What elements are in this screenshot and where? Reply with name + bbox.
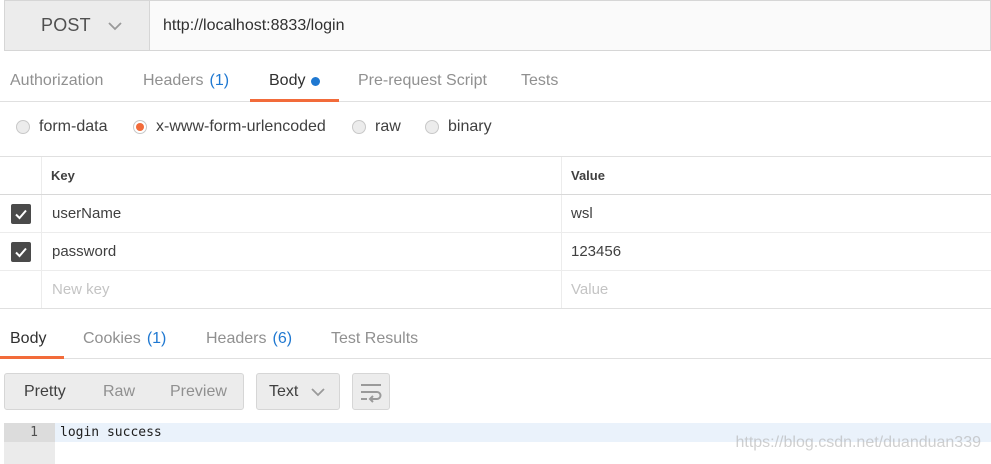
row-check-cell (0, 233, 42, 270)
format-label: Text (269, 382, 299, 400)
radio-label: binary (448, 118, 492, 135)
header-check-cell (0, 157, 42, 194)
tab-pre-request-script[interactable]: Pre-request Script (358, 60, 487, 102)
body-type-radios: form-data x-www-form-urlencoded raw bina… (0, 102, 991, 157)
table-row: userName wsl (0, 195, 991, 233)
response-tabs: Body Cookies (1) Headers (6) Test Result… (0, 319, 991, 359)
chevron-down-icon (108, 21, 122, 30)
format-dropdown[interactable]: Text (256, 373, 340, 410)
radio-circle-icon (425, 120, 439, 134)
radio-label: x-www-form-urlencoded (156, 118, 326, 135)
tab-cookies[interactable]: Cookies (1) (83, 319, 166, 359)
chevron-down-icon (311, 387, 325, 396)
radio-label: form-data (39, 118, 108, 135)
method-dropdown[interactable]: POST (4, 0, 149, 51)
check-icon (14, 247, 27, 257)
radio-circle-icon (16, 120, 30, 134)
tab-test-results[interactable]: Test Results (331, 319, 418, 359)
url-input[interactable]: http://localhost:8833/login (149, 0, 991, 51)
row-key-input[interactable]: userName (42, 195, 562, 232)
mode-preview-button[interactable]: Preview (170, 374, 227, 409)
tab-response-body[interactable]: Body (10, 319, 46, 359)
mode-raw-button[interactable]: Raw (103, 374, 135, 409)
view-mode-segmented: Pretty Raw Preview (4, 373, 244, 410)
row-value-input[interactable]: wsl (562, 195, 991, 232)
radio-x-www-form-urlencoded[interactable]: x-www-form-urlencoded (133, 102, 326, 152)
tab-label: Authorization (10, 72, 104, 89)
tab-label: Headers (206, 330, 267, 347)
tab-count: (1) (209, 72, 230, 89)
wrap-lines-icon (361, 383, 382, 403)
tab-label: Body (269, 72, 306, 89)
tab-label: Pre-request Script (358, 72, 487, 89)
tab-headers[interactable]: Headers (1) (143, 60, 229, 102)
tab-count: (1) (146, 330, 167, 347)
params-table: Key Value userName wsl password 123456 N… (0, 157, 991, 309)
tab-count: (6) (272, 330, 293, 347)
tab-label: Headers (143, 72, 204, 89)
table-header-row: Key Value (0, 157, 991, 195)
tab-body[interactable]: Body (269, 60, 321, 102)
tab-authorization[interactable]: Authorization (10, 60, 103, 102)
request-tabs: Authorization Headers (1) Body Pre-reque… (0, 60, 991, 102)
radio-label: raw (375, 118, 401, 135)
modified-dot-icon (311, 76, 321, 86)
row-checkbox[interactable] (10, 241, 31, 262)
check-icon (14, 209, 27, 219)
line-number: 1 (4, 423, 55, 442)
method-label: POST (41, 15, 91, 35)
wrap-lines-button[interactable] (352, 373, 390, 410)
tab-label: Cookies (83, 330, 141, 347)
tab-label: Test Results (331, 330, 419, 347)
response-body-text: login success (60, 425, 162, 440)
row-check-cell (0, 195, 42, 232)
tab-response-headers[interactable]: Headers (6) (206, 319, 292, 359)
table-row: password 123456 (0, 233, 991, 271)
request-url-bar: POST http://localhost:8833/login (4, 0, 991, 51)
header-value: Value (571, 168, 605, 183)
row-check-cell (0, 271, 42, 308)
table-row-new: New key Value (0, 271, 991, 308)
new-key-input[interactable]: New key (42, 271, 562, 308)
mode-pretty-button[interactable]: Pretty (24, 374, 66, 409)
radio-checked-icon (133, 120, 147, 134)
tab-label: Tests (521, 72, 559, 89)
watermark: https://blog.csdn.net/duanduan339 (735, 434, 981, 451)
row-value-input[interactable]: 123456 (562, 233, 991, 270)
header-key: Key (42, 157, 562, 194)
tab-label: Body (10, 330, 47, 347)
response-toolbar: Pretty Raw Preview Text (0, 373, 991, 411)
radio-binary[interactable]: binary (425, 102, 492, 152)
row-checkbox[interactable] (10, 203, 31, 224)
row-key-input[interactable]: password (42, 233, 562, 270)
new-value-input[interactable]: Value (562, 271, 991, 308)
radio-raw[interactable]: raw (352, 102, 401, 152)
radio-circle-icon (352, 120, 366, 134)
radio-form-data[interactable]: form-data (16, 102, 107, 152)
tab-tests[interactable]: Tests (521, 60, 558, 102)
active-tab-underline (0, 356, 64, 359)
